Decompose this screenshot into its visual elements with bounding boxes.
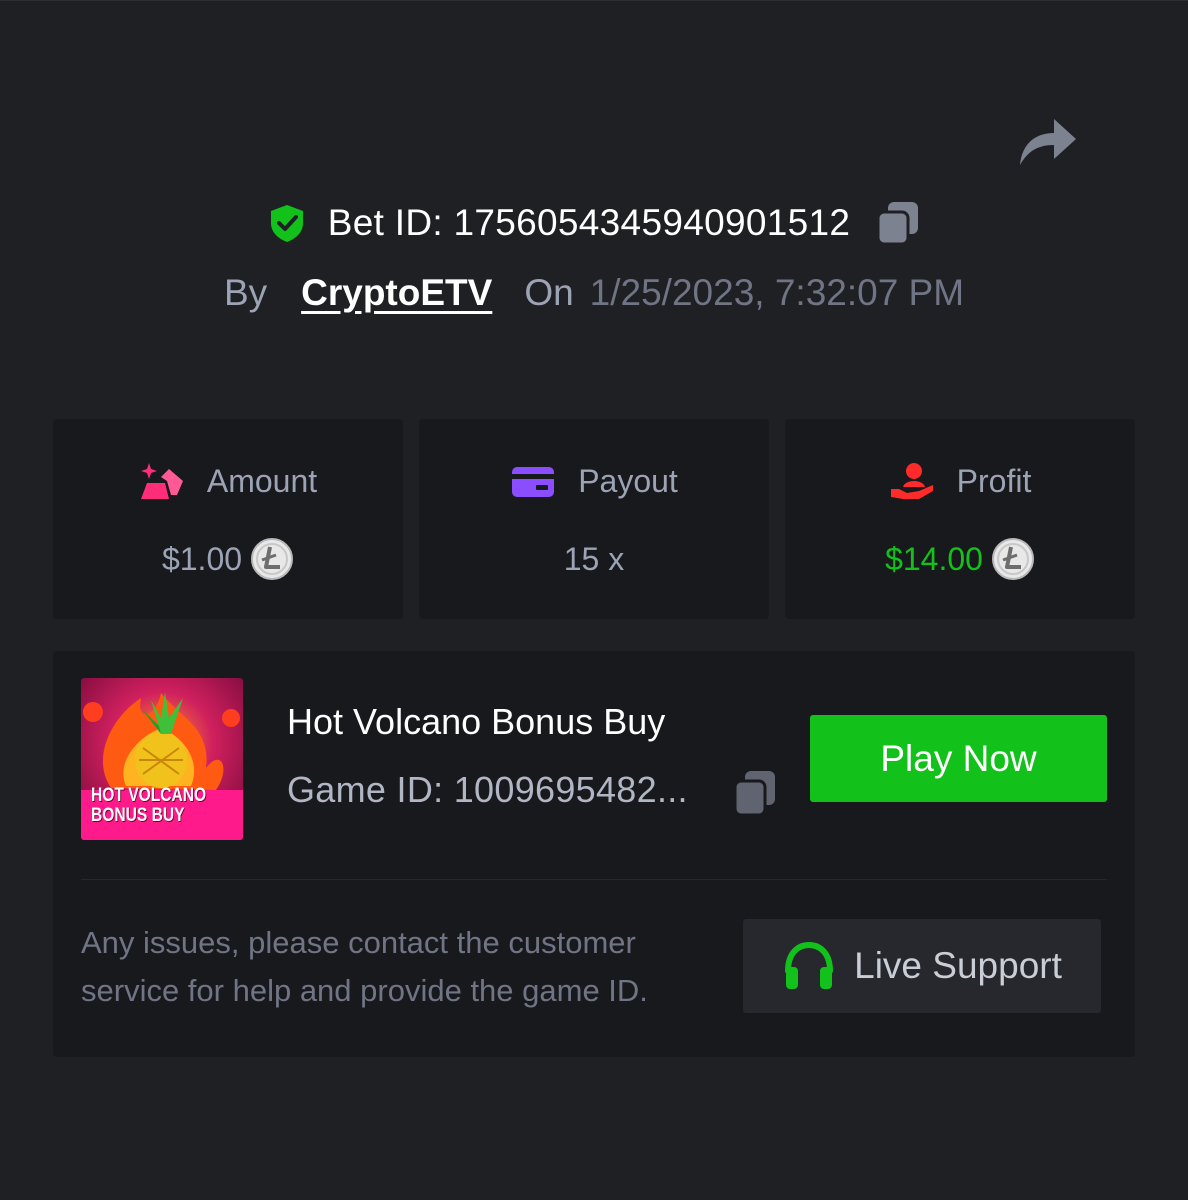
payout-card: Payout 15 x <box>419 419 769 619</box>
game-title: Hot Volcano Bonus Buy <box>287 701 666 742</box>
game-panel: HOT VOLCANO BONUS BUY Hot Volcano Bonus … <box>53 651 1135 1057</box>
gold-bars-icon <box>140 463 183 499</box>
amount-value: $1.00 <box>161 540 243 577</box>
payout-value: 15 x <box>563 540 625 577</box>
on-label: On <box>524 272 574 313</box>
copy-icon[interactable] <box>733 769 777 817</box>
bet-id-text: Bet ID: 1756054345940901512 <box>327 202 851 243</box>
profit-title: Profit <box>956 462 1032 499</box>
headset-icon <box>785 941 834 989</box>
copy-icon[interactable] <box>876 200 920 246</box>
game-id: Game ID: 1009695482... <box>287 769 688 810</box>
bet-details-page: Bet ID: 1756054345940901512 By CryptoETV… <box>0 0 1188 1200</box>
divider <box>81 879 1107 880</box>
profit-card: Profit $14.00 <box>785 419 1135 619</box>
author-row: By CryptoETV On 1/25/2023, 7:32:07 PM <box>0 267 1188 319</box>
litecoin-icon <box>991 538 1034 580</box>
help-text: Any issues, please contact the customer … <box>81 925 648 1008</box>
amount-card: Amount $1.00 <box>53 419 403 619</box>
credit-card-icon <box>512 467 555 497</box>
litecoin-icon <box>251 538 294 580</box>
play-now-button[interactable]: Play Now <box>810 715 1107 802</box>
profit-value: $14.00 <box>885 540 983 577</box>
by-label: By <box>223 272 268 313</box>
amount-title: Amount <box>206 462 318 499</box>
bet-datetime: 1/25/2023, 7:32:07 PM <box>589 272 965 313</box>
live-support-label: Live Support <box>854 945 1062 986</box>
username-link[interactable]: CryptoETV <box>301 272 492 314</box>
shield-check-icon <box>270 205 303 242</box>
hand-user-icon <box>890 463 933 499</box>
thumbnail-caption: HOT VOLCANO BONUS BUY <box>91 785 207 826</box>
bet-id-row: Bet ID: 1756054345940901512 <box>0 197 1188 249</box>
payout-title: Payout <box>578 462 678 499</box>
share-arrow-icon[interactable] <box>1016 113 1078 171</box>
live-support-button[interactable]: Live Support <box>743 919 1101 1013</box>
game-thumbnail[interactable]: HOT VOLCANO BONUS BUY <box>81 678 243 840</box>
